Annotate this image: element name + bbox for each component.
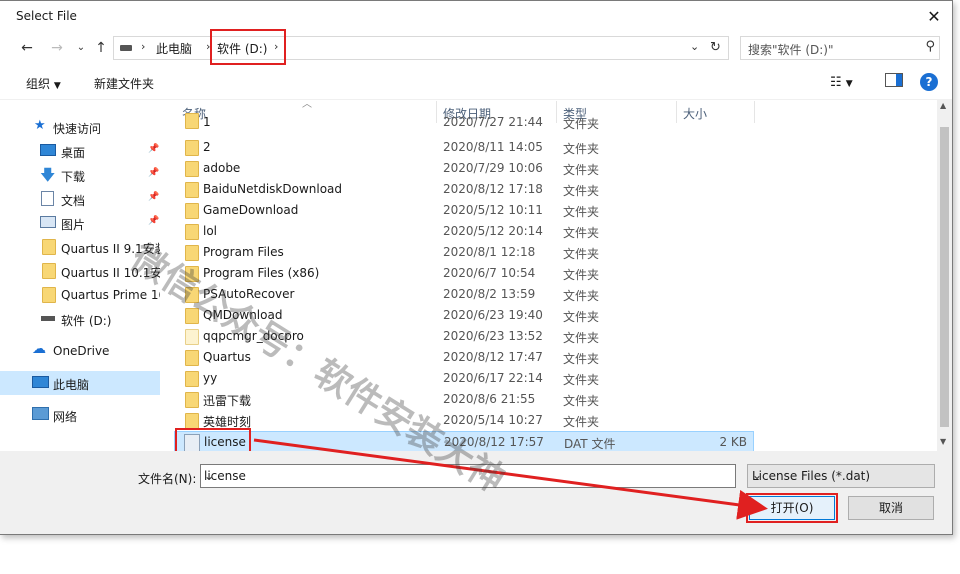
annotation-arrow [253, 438, 768, 520]
